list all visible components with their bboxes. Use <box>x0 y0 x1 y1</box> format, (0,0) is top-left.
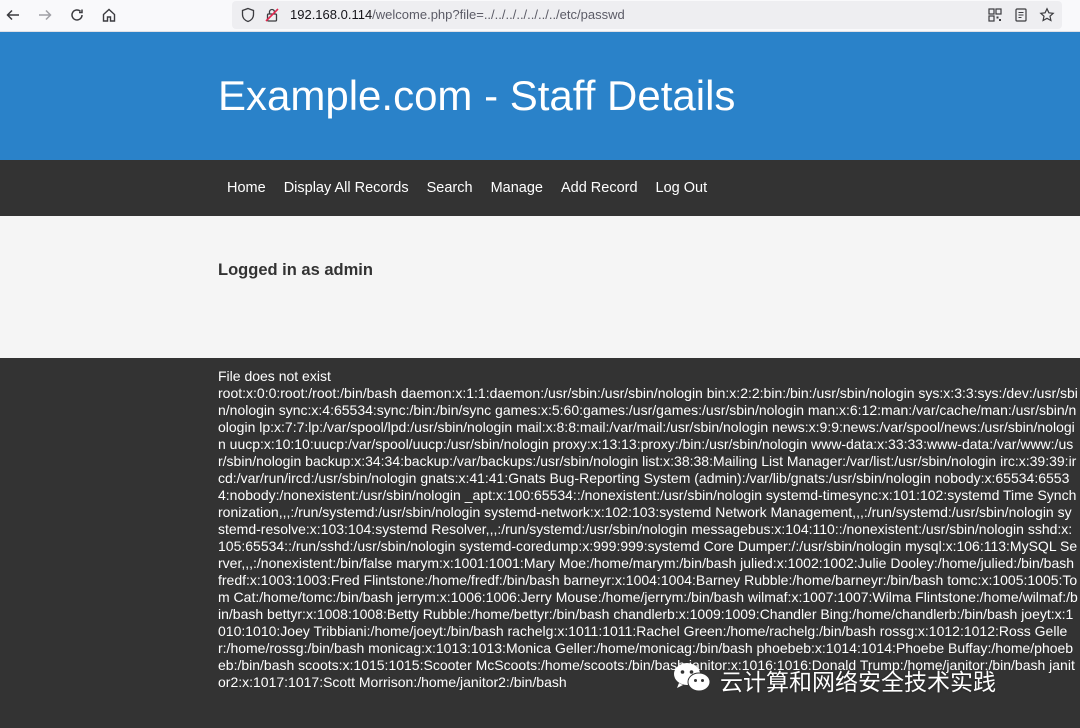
site-header: Example.com - Staff Details <box>0 32 1080 160</box>
watermark: 云计算和网络安全技术实践 <box>672 662 996 698</box>
watermark-text: 云计算和网络安全技术实践 <box>720 669 996 695</box>
login-status: Logged in as admin <box>218 261 373 279</box>
page-title: Example.com - Staff Details <box>218 72 736 119</box>
content-panel: Logged in as admin <box>0 216 1080 358</box>
url-text[interactable]: 192.168.0.114/welcome.php?file=../../../… <box>290 7 625 22</box>
insecure-lock-icon[interactable] <box>263 6 281 24</box>
qr-code-icon[interactable] <box>986 6 1004 24</box>
bookmark-star-icon[interactable] <box>1038 6 1056 24</box>
passwd-contents: root:x:0:0:root:/root:/bin/bash daemon:x… <box>218 385 1078 690</box>
forward-icon[interactable] <box>34 4 56 26</box>
nav-log-out[interactable]: Log Out <box>647 180 717 196</box>
nav-home[interactable]: Home <box>218 180 275 196</box>
nav-display-all-records[interactable]: Display All Records <box>275 180 418 196</box>
shield-icon[interactable] <box>239 6 257 24</box>
address-bar[interactable]: 192.168.0.114/welcome.php?file=../../../… <box>232 1 1062 29</box>
home-icon[interactable] <box>98 4 120 26</box>
nav-search[interactable]: Search <box>418 180 482 196</box>
main-nav: Home Display All Records Search Manage A… <box>0 160 1080 216</box>
reader-view-icon[interactable] <box>1012 6 1030 24</box>
file-notice: File does not exist <box>218 368 331 384</box>
back-icon[interactable] <box>2 4 24 26</box>
nav-add-record[interactable]: Add Record <box>552 180 647 196</box>
wechat-icon <box>672 661 712 700</box>
output-text: File does not exist root:x:0:0:root:/roo… <box>218 368 1078 691</box>
reload-icon[interactable] <box>66 4 88 26</box>
nav-manage[interactable]: Manage <box>482 180 552 196</box>
url-path: /welcome.php?file=../../../../../../../e… <box>372 7 625 22</box>
url-host: 192.168.0.114 <box>290 7 373 22</box>
browser-toolbar: 192.168.0.114/welcome.php?file=../../../… <box>0 0 1080 32</box>
